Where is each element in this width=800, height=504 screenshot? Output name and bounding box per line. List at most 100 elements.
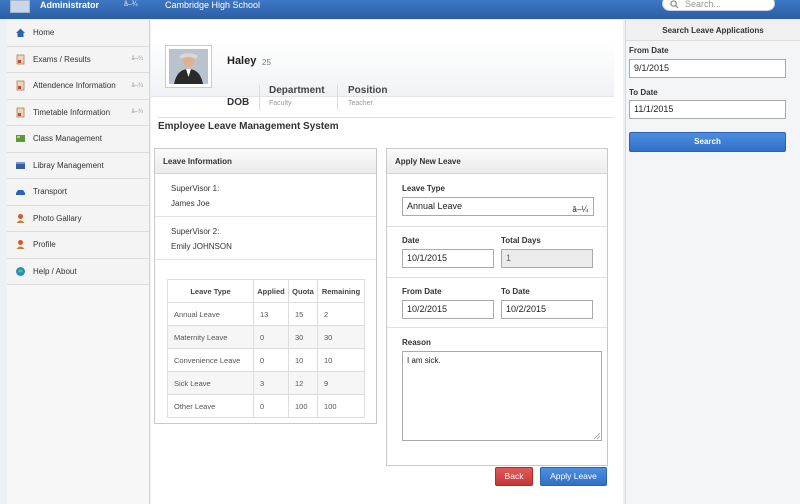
leave-type-select[interactable]: Annual Leave â–¼ [402, 197, 594, 216]
sidebar-item-label: Class Management [33, 134, 102, 144]
sidebar-item-timetable[interactable]: Timetable Information â–¾ [7, 99, 149, 126]
table-cell: 13 [253, 302, 289, 326]
table-cell: 100 [317, 394, 365, 418]
admin-name[interactable]: Administrator [40, 0, 99, 11]
from-date-label: From Date [402, 287, 442, 296]
admin-avatar[interactable] [10, 0, 30, 13]
sidebar-item-profile[interactable]: Profile [7, 232, 149, 259]
reason-textarea[interactable]: I am sick. [402, 351, 602, 441]
supervisor-2-label: SuperVisor 2: [171, 227, 220, 236]
table-row: Annual Leave 13 15 2 [167, 302, 365, 326]
sidebar-item-label: Profile [33, 240, 56, 250]
class-icon [15, 133, 26, 144]
department-label: Department [269, 85, 325, 96]
main-content: Haley 25 DOB Department Faculty Position… [151, 20, 623, 504]
profile-icon [15, 239, 26, 250]
to-date-field[interactable]: 10/2/2015 [501, 300, 593, 319]
sidebar-item-attendance[interactable]: Attendence Information â–¾ [7, 73, 149, 100]
timetable-icon [15, 107, 26, 118]
divider [387, 277, 607, 278]
table-cell: Annual Leave [167, 302, 254, 326]
chevron-down-icon: â–¾ [131, 56, 143, 63]
table-row: Other Leave 0 100 100 [167, 394, 365, 418]
help-icon [15, 266, 26, 277]
sidebar-item-label: Exams / Results [33, 54, 91, 64]
sidebar-item-transport[interactable]: Transport [7, 179, 149, 206]
table-cell: 15 [288, 302, 318, 326]
table-row: Maternity Leave 0 30 30 [167, 325, 365, 349]
search-to-field[interactable]: 11/1/2015 [629, 100, 786, 119]
panel-title: Apply New Leave [387, 149, 607, 174]
from-date-field[interactable]: 10/2/2015 [402, 300, 494, 319]
table-cell: 30 [288, 325, 318, 349]
attendance-icon [15, 80, 26, 91]
search-from-field[interactable]: 9/1/2015 [629, 59, 786, 78]
sidebar-item-gallery[interactable]: Photo Gallary [7, 205, 149, 232]
table-row: Sick Leave 3 12 9 [167, 371, 365, 395]
panel-title: Leave Information [155, 149, 376, 174]
sidebar-item-library[interactable]: Libray Management [7, 152, 149, 179]
admin-dropdown-icon[interactable]: â–¾ [124, 1, 138, 8]
column-header: Quota [288, 279, 318, 303]
sidebar-item-label: Libray Management [33, 160, 104, 170]
table-header-row: Leave Type Applied Quota Remaining [167, 279, 365, 303]
divider [259, 85, 260, 110]
page-title: Employee Leave Management System [158, 121, 339, 132]
supervisor-2: SuperVisor 2: Emily JOHNSON [155, 217, 376, 260]
search-panel-title: Search Leave Applications [626, 20, 800, 41]
table-cell: 2 [317, 302, 365, 326]
sidebar-item-label: Photo Gallary [33, 213, 82, 223]
profile-photo [165, 45, 212, 88]
position-label: Position [348, 85, 388, 96]
home-icon [15, 27, 26, 38]
person-image [169, 49, 208, 84]
supervisor-1: SuperVisor 1: James Joe [155, 174, 376, 217]
divider [158, 117, 614, 118]
leave-type-label: Leave Type [402, 184, 445, 193]
table-cell: 9 [317, 371, 365, 395]
search-panel: Search Leave Applications From Date 9/1/… [625, 20, 800, 504]
search-button[interactable]: Search [629, 132, 786, 152]
library-icon [15, 160, 26, 171]
sidebar: Home Exams / Results â–¾ Attendence Info… [7, 20, 150, 504]
table-cell: 12 [288, 371, 318, 395]
table-cell: 10 [317, 348, 365, 372]
top-bar: Administrator â–¾ Cambridge High School … [0, 0, 800, 19]
column-header: Applied [253, 279, 289, 303]
resize-grip-icon[interactable] [594, 433, 600, 439]
reason-label: Reason [402, 338, 431, 347]
divider [387, 226, 607, 227]
sidebar-item-exams[interactable]: Exams / Results â–¾ [7, 46, 149, 73]
leave-info-panel: Leave Information SuperVisor 1: James Jo… [154, 148, 377, 424]
table-cell: Maternity Leave [167, 325, 254, 349]
search-placeholder: Search... [685, 0, 722, 9]
gallery-icon [15, 213, 26, 224]
sidebar-item-home[interactable]: Home [7, 20, 149, 47]
sidebar-item-label: Timetable Information [33, 107, 111, 117]
table-cell: 0 [253, 394, 289, 418]
table-row: Convenience Leave 0 10 10 [167, 348, 365, 372]
leave-type-value: Annual Leave [407, 201, 463, 211]
search-icon [670, 0, 679, 9]
back-button[interactable]: Back [495, 467, 533, 486]
table-cell: Other Leave [167, 394, 254, 418]
table-cell: 10 [288, 348, 318, 372]
apply-leave-button[interactable]: Apply Leave [540, 467, 607, 486]
dropdown-arrow-icon: â–¼ [572, 205, 588, 214]
divider [337, 85, 338, 110]
table-cell: 0 [253, 325, 289, 349]
column-header: Leave Type [167, 279, 254, 303]
sidebar-item-label: Transport [33, 187, 67, 197]
search-input[interactable]: Search... [662, 0, 775, 11]
total-days-label: Total Days [501, 236, 541, 245]
table-cell: 100 [288, 394, 318, 418]
dob-label: DOB [227, 97, 250, 108]
exam-icon [15, 54, 26, 65]
total-days-field: 1 [501, 249, 593, 268]
date-field[interactable]: 10/1/2015 [402, 249, 494, 268]
table-cell: 3 [253, 371, 289, 395]
profile-age: 25 [262, 58, 271, 67]
sidebar-item-help[interactable]: Help / About [7, 258, 149, 285]
chevron-down-icon: â–¾ [131, 109, 143, 116]
sidebar-item-class-management[interactable]: Class Management [7, 126, 149, 153]
